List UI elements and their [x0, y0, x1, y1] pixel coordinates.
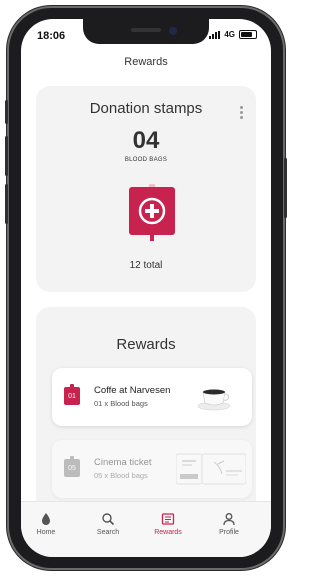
camera: [169, 27, 177, 35]
coffee-cup-icon: [197, 389, 231, 411]
page-title: Rewards: [124, 56, 168, 68]
reward-item-cinema[interactable]: 05 Cinema ticket 05 x Blood bags: [52, 440, 252, 498]
tab-label: Search: [96, 529, 120, 536]
tab-label: Profile: [219, 529, 239, 536]
tab-search[interactable]: Search: [83, 512, 133, 536]
reward-badge: 01: [64, 384, 80, 405]
reward-item-coffee[interactable]: 01 Coffe at Narvesen 01 x Blood bags: [52, 368, 252, 426]
tab-label: Home: [36, 529, 56, 536]
stamps-total: 12 total: [129, 260, 163, 271]
status-indicators: 4G: [209, 30, 257, 39]
reward-badge: 05: [64, 456, 80, 477]
rewards-title: Rewards: [116, 336, 176, 353]
side-button: [5, 136, 8, 176]
drop-icon: [42, 513, 50, 525]
reward-detail: 05 x Blood bags: [94, 471, 148, 480]
cinema-ticket-icon: [176, 453, 246, 485]
rewards-icon: [161, 513, 175, 525]
status-time: 18:06: [37, 30, 66, 42]
more-options-icon[interactable]: [240, 106, 244, 121]
tab-label: Rewards: [154, 529, 182, 536]
speaker: [131, 28, 161, 32]
stamps-unit: BLOOD BAGS: [124, 157, 168, 163]
reward-name: Coffe at Narvesen: [94, 385, 171, 396]
screen: 18:06 4G Rewards Donation stamps 04 BLOO…: [21, 19, 271, 557]
tab-home[interactable]: Home: [21, 512, 71, 536]
signal-icon: [209, 30, 221, 39]
side-button: [5, 100, 8, 124]
battery-icon: [239, 30, 257, 39]
tab-profile[interactable]: Profile: [204, 512, 254, 536]
donation-stamps-card[interactable]: Donation stamps 04 BLOOD BAGS 12 total: [36, 86, 256, 292]
network-label: 4G: [224, 30, 235, 39]
stamps-count: 04: [132, 127, 160, 154]
notch: [83, 19, 209, 44]
profile-icon: [223, 513, 235, 526]
search-icon: [102, 513, 115, 526]
tab-rewards[interactable]: Rewards: [143, 512, 193, 536]
side-button: [5, 184, 8, 224]
stamps-title: Donation stamps: [89, 100, 203, 117]
reward-detail: 01 x Blood bags: [94, 399, 148, 408]
tab-bar: Home Search Rewards Profile: [21, 501, 271, 557]
blood-bag-icon: [129, 184, 175, 241]
side-button: [284, 158, 287, 218]
reward-name: Cinema ticket: [94, 457, 152, 468]
